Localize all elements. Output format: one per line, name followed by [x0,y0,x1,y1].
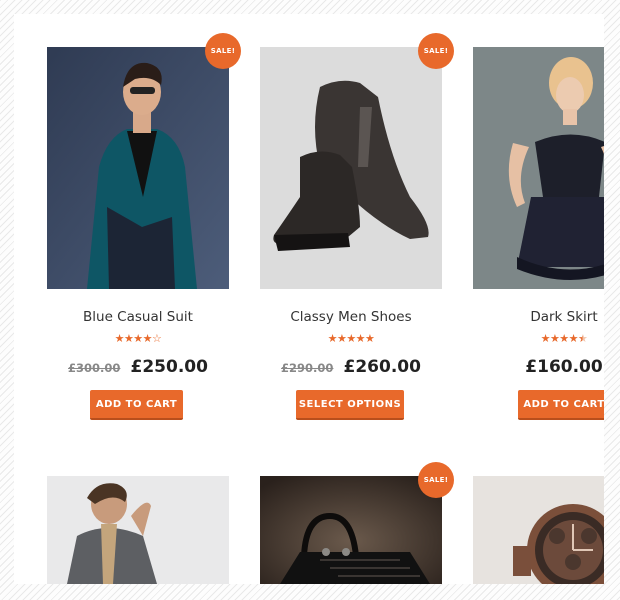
product-grid: SALE! Blue Casual Suit ★★★★☆ £300.00 £25… [14,14,604,584]
product-title[interactable]: Classy Men Shoes [260,309,442,325]
price: £290.00 £260.00 [260,357,442,377]
product-title[interactable]: Dark Skirt [473,309,604,325]
original-price: £290.00 [281,361,334,375]
select-options-button[interactable]: SELECT OPTIONS [296,390,404,420]
price: £160.00 [473,357,604,377]
add-to-cart-button[interactable]: ADD TO CART [518,390,604,420]
sale-badge: SALE! [418,33,454,69]
price-current: £160.00 [525,357,603,377]
sale-price: £260.00 [343,357,421,377]
sale-price: £250.00 [130,357,208,377]
rating-stars: ★★★★★ [327,332,375,345]
rating-stars: ★★★★☆ [114,332,162,345]
original-price: £300.00 [68,361,121,375]
product-image[interactable] [260,476,442,584]
product-image[interactable] [47,476,229,584]
price: £300.00 £250.00 [47,357,229,377]
sale-badge: SALE! [418,462,454,498]
add-to-cart-button[interactable]: ADD TO CART [90,390,183,420]
product-image[interactable] [473,47,604,289]
product-image[interactable] [47,47,229,289]
product-image[interactable] [260,47,442,289]
product-title[interactable]: Blue Casual Suit [47,309,229,325]
rating-stars: ★★★★★ [540,332,588,345]
sale-badge: SALE! [205,33,241,69]
product-image[interactable] [473,476,604,584]
